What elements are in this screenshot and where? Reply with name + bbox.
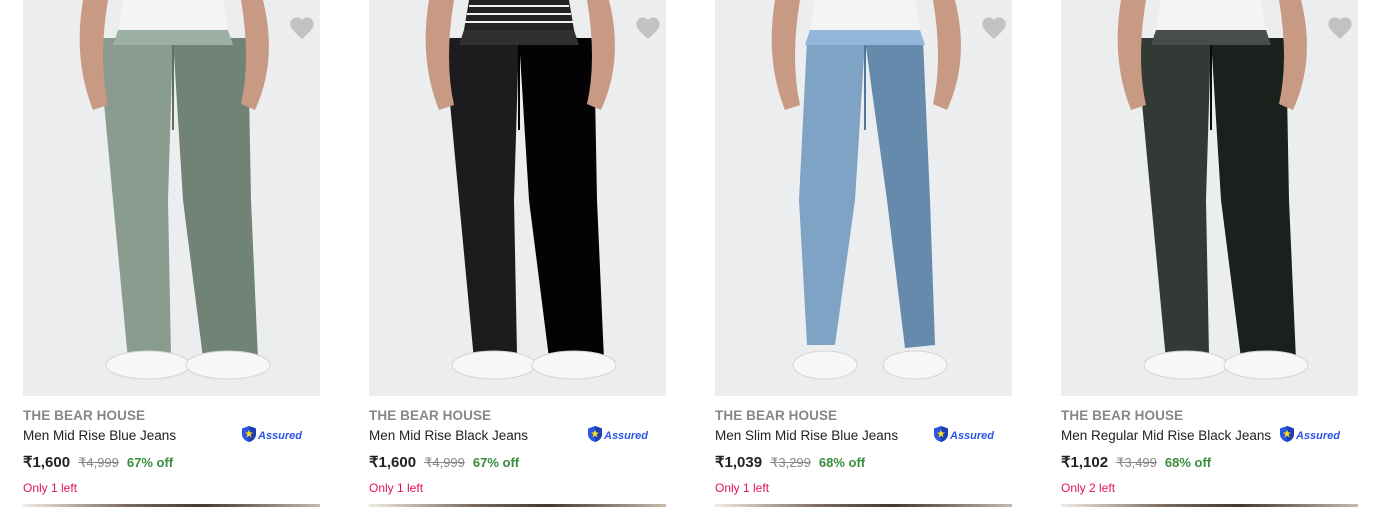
assured-label: Assured xyxy=(258,430,303,442)
assured-badge: Assured xyxy=(1279,425,1341,448)
product-brand: THE BEAR HOUSE xyxy=(369,408,492,423)
price-row: ₹1,600 ₹4,999 67% off xyxy=(23,453,173,471)
assured-badge: Assured xyxy=(933,425,995,448)
product-brand: THE BEAR HOUSE xyxy=(23,408,146,423)
assured-badge: Assured xyxy=(241,425,303,448)
product-card[interactable]: THE BEAR HOUSE Men Slim Mid Rise Blue Je… xyxy=(715,0,1012,507)
discount-percent: 67% off xyxy=(472,455,520,470)
stock-status: Only 2 left xyxy=(1061,481,1116,495)
product-brand: THE BEAR HOUSE xyxy=(1061,408,1184,423)
wishlist-heart-icon[interactable] xyxy=(1326,14,1354,42)
original-price: ₹3,499 xyxy=(1116,455,1157,470)
product-title[interactable]: Men Mid Rise Blue Jeans xyxy=(23,428,176,443)
stock-status: Only 1 left xyxy=(23,481,78,495)
stock-status: Only 1 left xyxy=(715,481,770,495)
assured-label: Assured xyxy=(950,430,995,442)
selling-price: ₹1,102 xyxy=(1061,454,1109,471)
original-price: ₹3,299 xyxy=(770,455,811,470)
assured-badge-icon xyxy=(241,425,257,448)
wishlist-heart-icon[interactable] xyxy=(980,14,1008,42)
discount-percent: 67% off xyxy=(126,455,174,470)
assured-label: Assured xyxy=(1296,430,1341,442)
product-card[interactable]: THE BEAR HOUSE Men Mid Rise Blue Jeans A… xyxy=(23,0,320,507)
product-image[interactable] xyxy=(369,0,666,396)
product-title[interactable]: Men Mid Rise Black Jeans xyxy=(369,428,528,443)
price-row: ₹1,102 ₹3,499 68% off xyxy=(1061,453,1211,471)
original-price: ₹4,999 xyxy=(78,455,119,470)
original-price: ₹4,999 xyxy=(424,455,465,470)
discount-percent: 68% off xyxy=(1164,455,1212,470)
product-card[interactable]: THE BEAR HOUSE Men Mid Rise Black Jeans … xyxy=(369,0,666,507)
product-image[interactable] xyxy=(1061,0,1358,396)
assured-label: Assured xyxy=(604,430,649,442)
selling-price: ₹1,600 xyxy=(23,454,71,471)
stock-status: Only 1 left xyxy=(369,481,424,495)
assured-badge-icon xyxy=(933,425,949,448)
assured-badge-icon xyxy=(587,425,603,448)
product-card[interactable]: THE BEAR HOUSE Men Regular Mid Rise Blac… xyxy=(1061,0,1358,507)
product-title[interactable]: Men Slim Mid Rise Blue Jeans xyxy=(715,428,898,443)
product-brand: THE BEAR HOUSE xyxy=(715,408,838,423)
assured-badge: Assured xyxy=(587,425,649,448)
price-row: ₹1,600 ₹4,999 67% off xyxy=(369,453,519,471)
product-grid: THE BEAR HOUSE Men Mid Rise Blue Jeans A… xyxy=(23,0,1358,507)
selling-price: ₹1,039 xyxy=(715,454,763,471)
product-title[interactable]: Men Regular Mid Rise Black Jeans xyxy=(1061,428,1271,443)
assured-badge-icon xyxy=(1279,425,1295,448)
product-image[interactable] xyxy=(23,0,320,396)
price-row: ₹1,039 ₹3,299 68% off xyxy=(715,453,865,471)
wishlist-heart-icon[interactable] xyxy=(634,14,662,42)
selling-price: ₹1,600 xyxy=(369,454,417,471)
discount-percent: 68% off xyxy=(818,455,866,470)
wishlist-heart-icon[interactable] xyxy=(288,14,316,42)
product-image[interactable] xyxy=(715,0,1012,396)
